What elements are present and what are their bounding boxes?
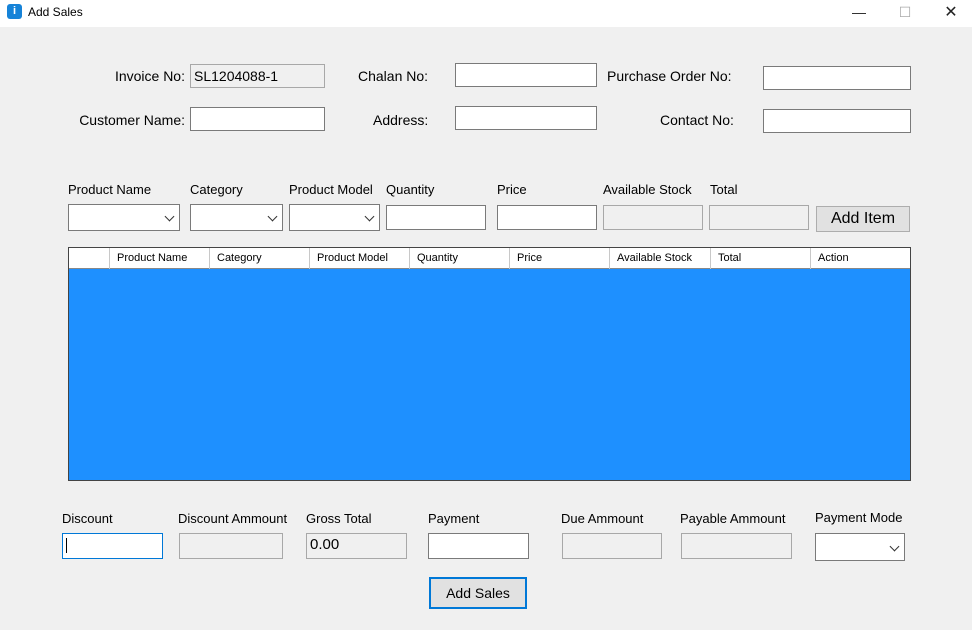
add-item-button[interactable]: Add Item — [816, 206, 910, 232]
chalan-no-field[interactable] — [455, 63, 597, 87]
available-stock-field[interactable] — [603, 205, 703, 230]
window-title: Add Sales — [28, 5, 83, 19]
total-label: Total — [710, 182, 738, 197]
payment-mode-dropdown[interactable] — [815, 533, 905, 561]
quantity-field[interactable] — [386, 205, 486, 230]
column-header-product-model[interactable]: Product Model — [310, 248, 410, 269]
price-field[interactable] — [497, 205, 597, 230]
due-amount-label: Due Ammount — [561, 511, 644, 526]
add-sales-button[interactable]: Add Sales — [429, 577, 527, 609]
chalan-no-label: Chalan No: — [358, 68, 429, 84]
payment-mode-label: Payment Mode — [815, 510, 903, 525]
sales-items-grid[interactable]: Product Name Category Product Model Quan… — [68, 247, 911, 481]
row-header-cell — [69, 248, 110, 269]
purchase-order-no-label: Purchase Order No: — [607, 68, 732, 84]
price-label: Price — [497, 182, 527, 197]
chevron-down-icon — [164, 211, 175, 222]
info-app-icon: i — [7, 4, 22, 19]
column-header-available-stock[interactable]: Available Stock — [610, 248, 711, 269]
payment-label: Payment — [428, 511, 480, 526]
gross-total-field[interactable]: 0.00 — [306, 533, 407, 559]
due-amount-field[interactable] — [562, 533, 662, 559]
category-dropdown[interactable] — [190, 204, 283, 231]
quantity-label: Quantity — [386, 182, 435, 197]
product-name-dropdown[interactable] — [68, 204, 180, 231]
customer-name-label: Customer Name: — [79, 112, 185, 128]
product-model-dropdown[interactable] — [289, 204, 380, 231]
discount-amount-label: Discount Ammount — [178, 511, 288, 526]
invoice-no-field[interactable]: SL1204088-1 — [190, 64, 325, 88]
category-label: Category — [190, 182, 243, 197]
discount-amount-field[interactable] — [179, 533, 283, 559]
product-name-label: Product Name — [68, 182, 152, 197]
close-button[interactable]: ✕ — [928, 0, 972, 27]
customer-name-field[interactable] — [190, 107, 325, 131]
maximize-button[interactable]: ☐ — [882, 0, 928, 27]
column-header-category[interactable]: Category — [210, 248, 310, 269]
chevron-down-icon — [364, 211, 375, 222]
gross-total-label: Gross Total — [306, 511, 372, 526]
text-cursor — [66, 538, 67, 553]
payable-amount-label: Payable Ammount — [680, 511, 786, 526]
chevron-down-icon — [889, 541, 900, 552]
payable-amount-field[interactable] — [681, 533, 792, 559]
minimize-button[interactable]: — — [836, 0, 882, 27]
purchase-order-no-field[interactable] — [763, 66, 911, 90]
address-field[interactable] — [455, 106, 597, 130]
payment-field[interactable] — [428, 533, 529, 559]
column-header-quantity[interactable]: Quantity — [410, 248, 510, 269]
total-field[interactable] — [709, 205, 809, 230]
contact-no-field[interactable] — [763, 109, 911, 133]
grid-header: Product Name Category Product Model Quan… — [69, 248, 910, 269]
title-bar: i Add Sales — ☐ ✕ — [0, 0, 972, 27]
invoice-no-label: Invoice No: — [114, 68, 185, 84]
discount-field[interactable] — [62, 533, 163, 559]
address-label: Address: — [373, 112, 429, 128]
discount-label: Discount — [62, 511, 113, 526]
column-header-price[interactable]: Price — [510, 248, 610, 269]
column-header-product-name[interactable]: Product Name — [110, 248, 210, 269]
column-header-action[interactable]: Action — [811, 248, 910, 269]
chevron-down-icon — [267, 211, 278, 222]
available-stock-label: Available Stock — [603, 182, 692, 197]
column-header-total[interactable]: Total — [711, 248, 811, 269]
product-model-label: Product Model — [289, 182, 373, 197]
contact-no-label: Contact No: — [660, 112, 734, 128]
